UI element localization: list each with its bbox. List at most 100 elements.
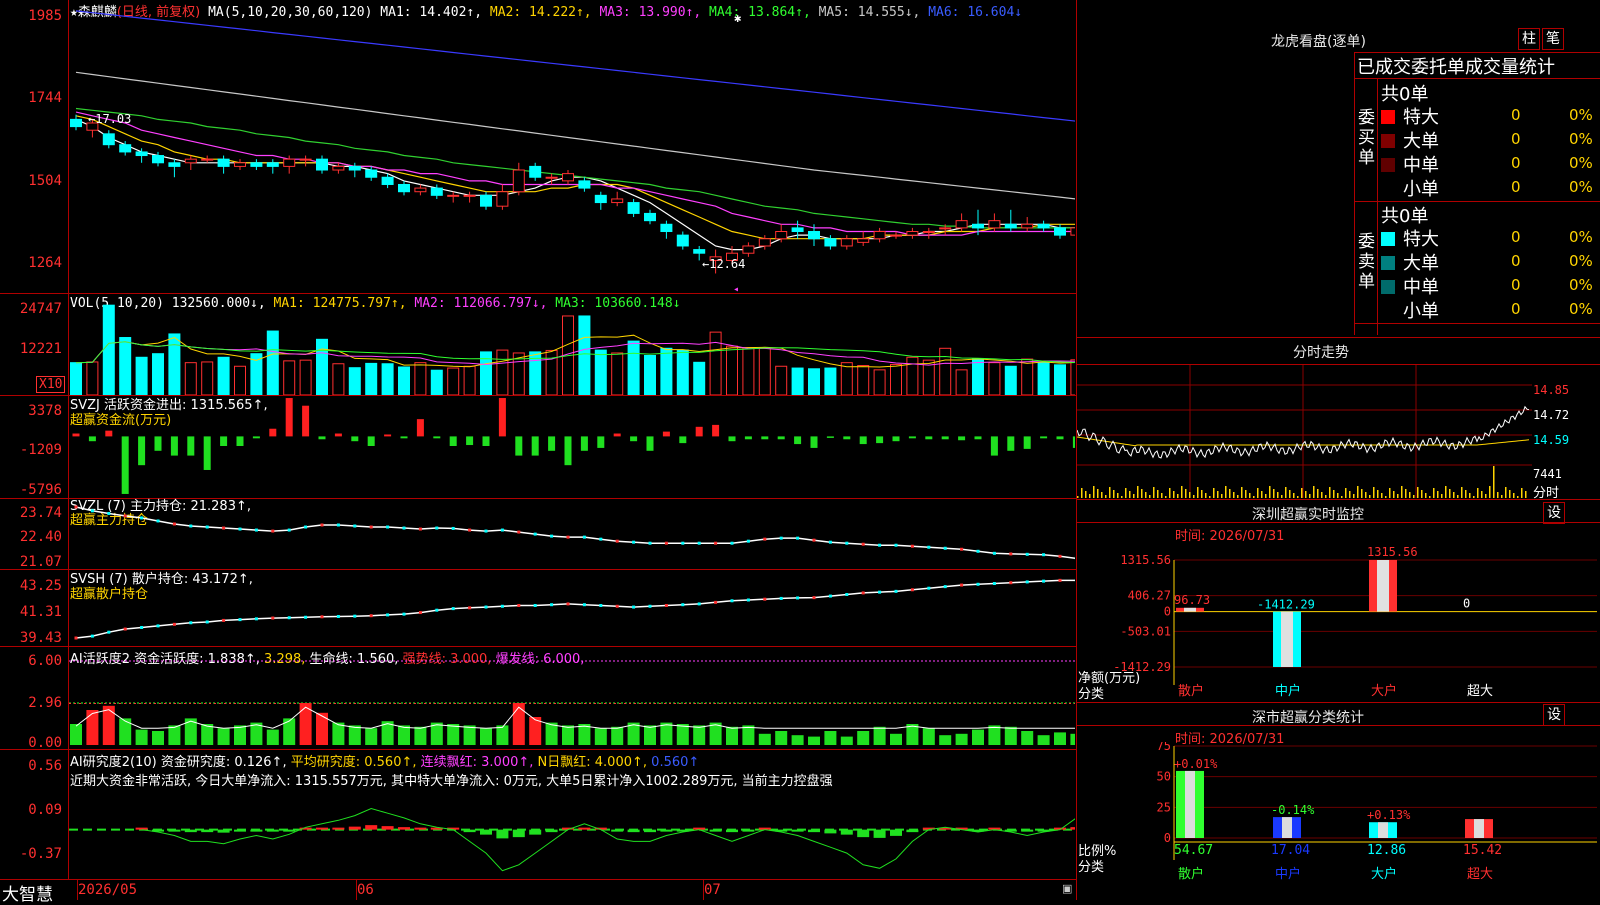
volume-bar	[661, 348, 672, 395]
research-bar	[874, 830, 886, 838]
sell-row-label: 中单	[1403, 277, 1439, 298]
research-bar	[398, 827, 410, 830]
sell-row: 特大00%	[1381, 225, 1600, 251]
intraday-volume-bar	[1285, 487, 1287, 498]
chart-area[interactable]: ★森麒麟(日线, 前复权) MA(5,10,20,30,60,120) MA1:…	[0, 0, 1077, 900]
research-bar	[742, 830, 754, 832]
position-point	[75, 637, 78, 640]
net-flow-value: -1412.29	[1257, 598, 1315, 612]
fund-flow-chart[interactable]	[69, 396, 1075, 498]
position-point	[485, 530, 488, 533]
category-ratio-chart[interactable]: 7550250+0.01%54.67散户-0.14%17.04中户+0.13%1…	[1077, 742, 1600, 900]
position-point	[124, 628, 127, 631]
sell-row-pct: 0%	[1569, 276, 1593, 294]
position-point	[353, 525, 356, 528]
research-chart[interactable]	[69, 750, 1075, 879]
sell-side-label: 委卖单	[1358, 232, 1374, 292]
stat-y-tick: 75	[1157, 742, 1171, 753]
intraday-volume-bar	[1333, 490, 1335, 498]
net-flow-chart[interactable]: 1315.56406.270-503.01-1412.2996.73散户-141…	[1077, 540, 1600, 702]
position-point	[665, 542, 668, 545]
position-point	[567, 536, 570, 539]
buy-row-label: 特大	[1403, 107, 1439, 128]
retail-position-chart[interactable]	[69, 570, 1075, 646]
buy-row-count: 0	[1511, 106, 1521, 124]
research-bar	[726, 830, 738, 833]
ma-line-ma6	[76, 11, 1075, 130]
activity-bar	[1005, 727, 1017, 745]
main-position-chart[interactable]	[69, 499, 1075, 569]
activity-bar	[857, 731, 869, 745]
position-point	[386, 526, 389, 529]
intraday-volume-bar	[1273, 489, 1275, 498]
position-point	[1042, 580, 1045, 583]
brand-label[interactable]: 大智慧	[2, 880, 53, 905]
scroll-mark: ◂	[733, 284, 739, 293]
intraday-volume-bar	[1173, 491, 1175, 498]
intraday-volume-bar	[1445, 486, 1447, 498]
candle	[595, 195, 606, 202]
volume-chart[interactable]	[69, 294, 1075, 395]
flow-bar	[433, 436, 440, 438]
research-bar	[660, 830, 672, 832]
activity-chart[interactable]	[69, 647, 1075, 749]
net-flow-value: 96.73	[1174, 593, 1210, 607]
volume-bar	[71, 363, 82, 395]
intraday-volume-bar	[1221, 494, 1223, 498]
flow-bar	[663, 432, 670, 437]
flow-bar	[565, 436, 572, 465]
candle	[431, 188, 442, 195]
position-point	[255, 529, 258, 532]
intraday-volume-bar	[1301, 488, 1303, 498]
research-line	[142, 764, 1075, 871]
research-bar	[332, 828, 344, 830]
intraday-volume-bar	[1321, 492, 1323, 498]
buy-row-label: 中单	[1403, 155, 1439, 176]
research-bar	[1070, 827, 1075, 830]
bar-mode-button[interactable]: 柱	[1518, 28, 1540, 50]
monitor-settings-button[interactable]: 设	[1543, 502, 1565, 524]
candlestick-chart[interactable]: ✱◂	[69, 0, 1075, 293]
candle	[513, 170, 524, 192]
candle	[989, 221, 1000, 228]
activity-bar	[677, 724, 689, 745]
position-point	[698, 602, 701, 605]
x-axis-label: 2026/05	[78, 882, 137, 898]
intraday-volume-bar	[1109, 487, 1111, 498]
flow-bar	[761, 436, 768, 439]
intraday-volume-bar	[1357, 486, 1359, 498]
research-bar	[382, 826, 394, 830]
research-bar	[906, 830, 918, 833]
position-point	[222, 527, 225, 530]
intraday-volume-bar	[1257, 488, 1259, 498]
flow-bar	[401, 436, 408, 438]
buy-row-pct: 0%	[1569, 130, 1593, 148]
y-tick: -0.37	[2, 846, 62, 862]
intraday-volume-bar	[1137, 486, 1139, 498]
lock-icon[interactable]: ▣	[1062, 882, 1072, 895]
tick-mode-button[interactable]: 笔	[1542, 28, 1564, 50]
research-bar	[546, 830, 558, 833]
intraday-volume-bar	[1389, 488, 1391, 498]
position-point	[501, 529, 504, 532]
flow-bar	[630, 436, 637, 441]
volume-bar	[202, 362, 213, 395]
position-point	[321, 615, 324, 618]
y-tick: -1209	[2, 442, 62, 458]
activity-bar	[464, 725, 476, 745]
vol-unit-button[interactable]: X10	[36, 376, 65, 393]
intraday-volume-bar	[1213, 488, 1215, 498]
intraday-volume-bar	[1329, 487, 1331, 498]
candle	[120, 145, 131, 152]
position-point	[927, 546, 930, 549]
activity-bar	[726, 727, 738, 745]
position-point	[370, 526, 373, 529]
stat-settings-button[interactable]: 设	[1543, 704, 1565, 726]
flow-bar	[958, 436, 965, 440]
x-axis-label: 06	[357, 882, 374, 898]
intraday-volume-bar	[1261, 491, 1263, 498]
monitor-ylabel2: 分类	[1078, 683, 1104, 702]
intraday-volume-bar	[1397, 494, 1399, 498]
intraday-chart[interactable]	[1077, 365, 1532, 498]
candle	[464, 195, 475, 196]
